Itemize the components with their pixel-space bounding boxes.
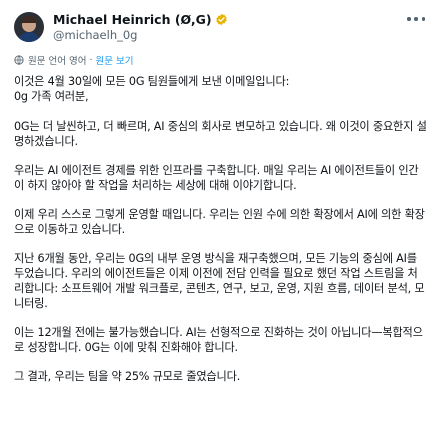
display-name[interactable]: Michael Heinrich (Ø,G) bbox=[53, 12, 212, 27]
paragraph-greeting: 0g 가족 여러분, bbox=[14, 90, 89, 103]
paragraph-rebuild: 지난 6개월 동안, 우리는 0G의 내부 운영 방식을 재구축했으며, 모든 … bbox=[14, 252, 425, 310]
author-handle[interactable]: @michaelh_0g bbox=[53, 28, 228, 42]
paragraph-transformation: 0G는 더 날씬하고, 더 빠르며, AI 중심의 회사로 변모하고 있습니다.… bbox=[14, 120, 427, 148]
paragraph-result: 그 결과, 우리는 팀을 약 25% 규모로 줄였습니다. bbox=[14, 370, 241, 383]
translate-row: 원문 언어 영어 · 원문 보기 bbox=[14, 53, 427, 67]
post-header: Michael Heinrich (Ø,G) @michaelh_0g bbox=[14, 10, 427, 44]
name-row: Michael Heinrich (Ø,G) bbox=[53, 12, 228, 27]
paragraph-compounding: 이는 12개월 전에는 불가능했습니다. AI는 선형적으로 진화하는 것이 아… bbox=[14, 326, 423, 354]
paragraph-scaling: 이제 우리 스스로 그렇게 운영할 때입니다. 우리는 인원 수에 의한 확장에… bbox=[14, 208, 425, 236]
verified-badge-icon bbox=[215, 13, 227, 26]
post-body: 이것은 4월 30일에 모든 0G 팀원들에게 보낸 이메일입니다: 0g 가족… bbox=[14, 74, 427, 384]
paragraph-intro: 이것은 4월 30일에 모든 0G 팀원들에게 보낸 이메일입니다: bbox=[14, 75, 290, 88]
translate-separator: · bbox=[89, 54, 93, 66]
show-original-link[interactable]: 원문 보기 bbox=[96, 53, 134, 67]
paragraph-infrastructure: 우리는 AI 에이전트 경제를 위한 인프라를 구축합니다. 매일 우리는 AI… bbox=[14, 164, 419, 192]
translate-label: 원문 언어 영어 bbox=[28, 56, 87, 67]
more-options-icon[interactable] bbox=[407, 14, 425, 24]
post: Michael Heinrich (Ø,G) @michaelh_0g 원문 언… bbox=[0, 0, 441, 427]
author-names: Michael Heinrich (Ø,G) @michaelh_0g bbox=[53, 12, 228, 42]
avatar[interactable] bbox=[14, 12, 44, 42]
translate-icon bbox=[14, 55, 24, 65]
